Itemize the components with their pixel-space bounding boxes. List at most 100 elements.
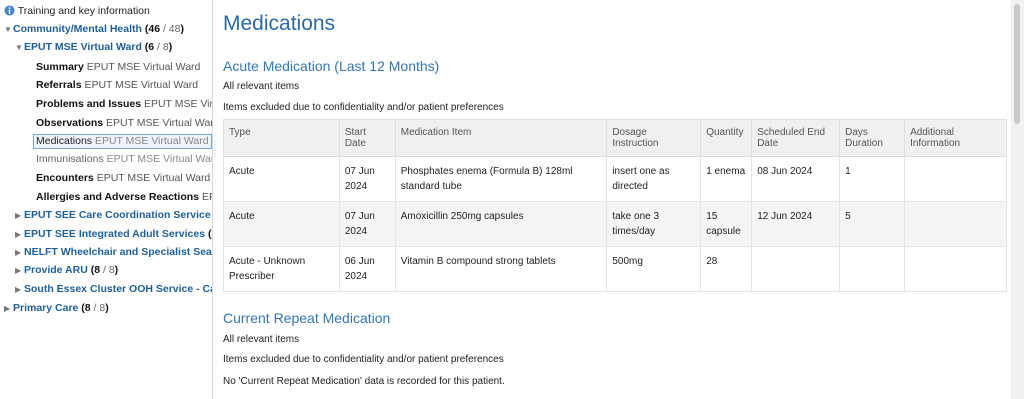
cell-medication-item: Phosphates enema (Formula B) 128ml stand… — [394, 156, 608, 202]
tree-item-problems[interactable]: Problems and Issues EPUT MSE Virtual W — [36, 98, 213, 111]
tree-group-provide-aru[interactable]: ▶ Provide ARU (8 / 8) — [15, 264, 118, 277]
col-start-date[interactable]: Start Date — [338, 119, 396, 157]
cell-days-duration: 5 — [839, 201, 906, 247]
tree-group-integrated-adult[interactable]: ▶EPUT SEE Integrated Adult Services (8 /… — [15, 228, 212, 241]
table-row: Acute 07 Jun 2024 Phosphates enema (Form… — [223, 156, 1007, 202]
tree-group-label: EPUT SEE Integrated Adult Services — [24, 228, 206, 240]
tree-group-community[interactable]: ▼Community/Mental Health (46 / 48) — [4, 23, 184, 36]
caret-right-icon[interactable]: ▶ — [15, 228, 24, 241]
caret-down-icon[interactable]: ▼ — [15, 41, 24, 54]
table-header-row: Type Start Date Medication Item Dosage I… — [223, 119, 1007, 157]
repeat-section-heading: Current Repeat Medication — [223, 310, 391, 326]
tree-item-training[interactable]: Training and key information — [4, 5, 150, 18]
cell-days-duration — [839, 246, 906, 292]
cell-days-duration: 1 — [839, 156, 906, 202]
cell-dosage-instruction: take one 3 times/day — [606, 201, 702, 247]
col-scheduled-end-date[interactable]: Scheduled End Date — [751, 119, 841, 157]
tree-item-sub: EPUT MSE Virtual Ward — [94, 135, 209, 147]
tree-item-sub: EPUT MSE Virtual W — [143, 98, 213, 110]
cell-quantity: 28 — [700, 246, 753, 292]
tree-item-label: Training and key information — [17, 5, 150, 17]
total: / 8 — [90, 302, 106, 314]
tree-item-encounters[interactable]: Encounters EPUT MSE Virtual Ward — [36, 172, 210, 185]
tree-item-label: Problems and Issues — [36, 98, 142, 110]
cell-quantity: 15 capsule — [700, 201, 753, 247]
cell-dosage-instruction: insert one as directed — [606, 156, 702, 202]
col-days-duration[interactable]: Days Duration — [839, 119, 906, 157]
table-row: Acute - Unknown Prescriber 06 Jun 2024 V… — [223, 246, 1007, 292]
cell-scheduled-end-date: 12 Jun 2024 — [751, 201, 841, 247]
main-content: Medications Acute Medication (Last 12 Mo… — [213, 0, 1011, 399]
tree-group-label: NELFT Wheelchair and Specialist Seating … — [24, 246, 212, 258]
cell-additional-information — [904, 201, 1007, 247]
tree-item-label: Medications — [36, 135, 93, 147]
tree-item-label: Immunisations — [36, 153, 104, 165]
tree-group-label: Primary Care — [13, 302, 79, 314]
acute-note-relevant: All relevant items — [223, 81, 300, 92]
cell-dosage-instruction: 500mg — [606, 246, 702, 292]
tree-group-label: Community/Mental Health — [13, 23, 142, 35]
cell-start-date: 06 Jun 2024 — [338, 246, 396, 292]
cell-medication-item: Vitamin B compound strong tablets — [394, 246, 608, 292]
tree-item-observations[interactable]: Observations EPUT MSE Virtual Ward — [36, 117, 213, 130]
scrollbar-thumb[interactable] — [1014, 4, 1020, 124]
tree-item-allergies[interactable]: Allergies and Adverse Reactions EPUT M — [36, 191, 212, 204]
col-dosage-instruction[interactable]: Dosage Instruction — [606, 119, 702, 157]
cell-additional-information — [904, 246, 1007, 292]
tree-group-nelft[interactable]: ▶NELFT Wheelchair and Specialist Seating… — [15, 246, 212, 259]
tree-group-label: EPUT SEE Care Coordination Service — [24, 209, 211, 221]
acute-note-excluded: Items excluded due to confidentiality an… — [223, 102, 504, 113]
tree-item-sub: EPUT MSE Virtual Ward — [96, 172, 211, 184]
tree-item-referrals[interactable]: Referrals EPUT MSE Virtual Ward — [36, 79, 198, 92]
col-medication-item[interactable]: Medication Item — [394, 119, 608, 157]
col-additional-information[interactable]: Additional Information — [904, 119, 1007, 157]
tree-group-ward[interactable]: ▼EPUT MSE Virtual Ward (6 / 8) — [15, 41, 172, 54]
caret-right-icon[interactable]: ▶ — [15, 264, 24, 277]
total: / 8 — [154, 41, 169, 53]
tree-group-label: EPUT MSE Virtual Ward — [24, 41, 142, 53]
tree-group-south-essex[interactable]: ▶South Essex Cluster OOH Service - Canve… — [15, 283, 212, 296]
table-row: Acute 07 Jun 2024 Amoxicillin 250mg caps… — [223, 201, 1007, 247]
tree-group-care-coordination[interactable]: ▶EPUT SEE Care Coordination Service (8 /… — [15, 209, 212, 222]
acute-section-heading: Acute Medication (Last 12 Months) — [223, 58, 440, 74]
tree-group-primary-care[interactable]: ▶ Primary Care (8 / 8) — [4, 302, 109, 315]
cell-quantity: 1 enema — [700, 156, 753, 202]
tree-item-summary[interactable]: Summary EPUT MSE Virtual Ward — [36, 61, 200, 74]
caret-right-icon[interactable]: ▶ — [4, 302, 13, 315]
caret-right-icon[interactable]: ▶ — [15, 246, 24, 259]
acute-medication-table: Type Start Date Medication Item Dosage I… — [223, 119, 1007, 292]
col-quantity[interactable]: Quantity — [700, 119, 753, 157]
cell-type: Acute — [223, 156, 340, 202]
cell-additional-information — [904, 156, 1007, 202]
repeat-note-excluded: Items excluded due to confidentiality an… — [223, 354, 504, 365]
caret-right-icon[interactable]: ▶ — [15, 209, 24, 222]
repeat-no-data-message: No 'Current Repeat Medication' data is r… — [223, 376, 505, 387]
vertical-scrollbar[interactable] — [1011, 0, 1024, 399]
tree-item-medications[interactable]: Medications EPUT MSE Virtual Ward — [33, 134, 212, 149]
tree-item-label: Encounters — [36, 172, 94, 184]
tree-item-label: Observations — [36, 117, 104, 129]
cell-scheduled-end-date — [751, 246, 841, 292]
page-title: Medications — [223, 12, 336, 35]
tree-group-label: South Essex Cluster OOH Service - Canvey… — [24, 283, 212, 295]
col-type[interactable]: Type — [223, 119, 340, 157]
tree-item-sub: EPUT MSE Virtual Ward — [106, 117, 213, 129]
tree-group-label: Provide ARU — [24, 264, 88, 276]
tree-item-label: Allergies and Adverse Reactions — [36, 191, 200, 203]
repeat-note-relevant: All relevant items — [223, 334, 300, 345]
tree-item-label: Summary — [36, 61, 84, 73]
tree-item-immunisations[interactable]: Immunisations EPUT MSE Virtual Ward — [36, 153, 213, 166]
cell-type: Acute — [223, 201, 340, 247]
caret-down-icon[interactable]: ▼ — [4, 23, 13, 36]
cell-start-date: 07 Jun 2024 — [338, 156, 396, 202]
cell-type: Acute - Unknown Prescriber — [223, 246, 340, 292]
tree-item-label: Referrals — [36, 79, 82, 91]
total: / 8 — [100, 264, 115, 276]
navigation-tree: Training and key information ▼Community/… — [0, 0, 213, 399]
tree-item-sub: EPUT M — [201, 191, 212, 203]
caret-right-icon[interactable]: ▶ — [15, 283, 24, 296]
total: / 48 — [160, 23, 181, 35]
tree-item-sub: EPUT MSE Virtual Ward — [106, 153, 213, 165]
cell-medication-item: Amoxicillin 250mg capsules — [394, 201, 608, 247]
cell-scheduled-end-date: 08 Jun 2024 — [751, 156, 841, 202]
